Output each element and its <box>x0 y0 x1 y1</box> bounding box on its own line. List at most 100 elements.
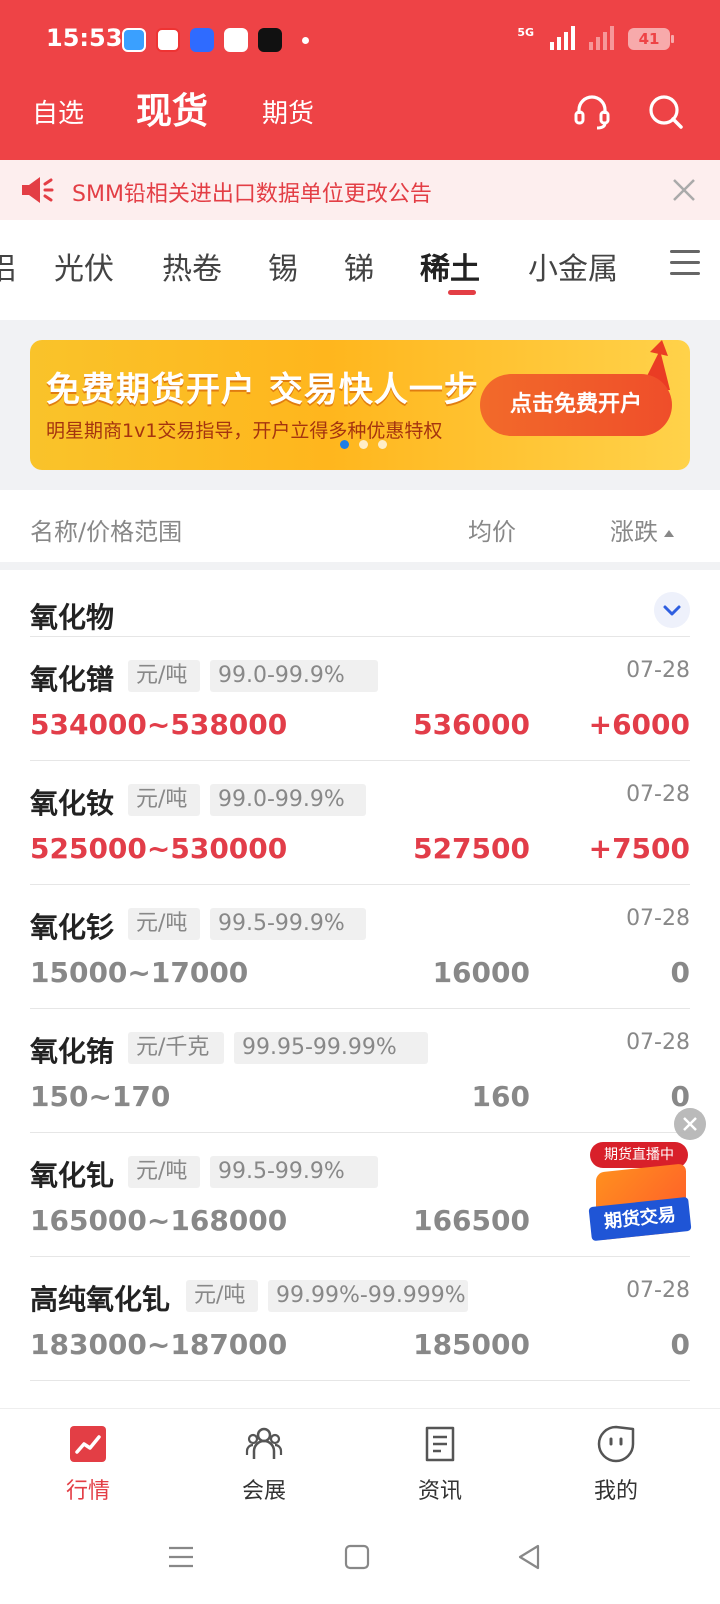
status-time: 15:53 <box>46 24 123 52</box>
network-type: 5G <box>517 26 534 39</box>
divider <box>30 1256 690 1257</box>
header-avg: 均价 <box>468 518 516 546</box>
table-row[interactable]: 氧化钐 元/吨 99.5-99.9% 07-28 15000~17000 16000 0 <box>0 888 720 1012</box>
purity-tag: 99.95-99.99% <box>234 1032 428 1064</box>
unit-tag: 元/吨 <box>186 1280 258 1312</box>
average-price: 185000 <box>413 1328 530 1361</box>
battery-icon: 41 <box>628 28 674 50</box>
news-icon <box>425 1426 455 1462</box>
divider <box>30 1380 690 1381</box>
carousel-dot[interactable] <box>378 440 387 449</box>
category-tab-photovoltaic[interactable]: 光伏 <box>54 244 114 288</box>
market-chart-icon <box>70 1426 106 1462</box>
bottom-nav: 行情 会展 资讯 我的 <box>0 1408 720 1508</box>
unit-tag: 元/吨 <box>128 660 200 692</box>
unit-tag: 元/吨 <box>128 784 200 816</box>
price-range: 183000~187000 <box>30 1328 288 1361</box>
close-icon[interactable] <box>668 174 700 206</box>
divider <box>30 636 690 637</box>
tab-futures[interactable]: 期货 <box>262 93 314 130</box>
price-date: 07-28 <box>626 658 690 683</box>
open-account-button[interactable]: 点击免费开户 <box>480 374 672 436</box>
divider <box>30 1008 690 1009</box>
header-change[interactable]: 涨跌 <box>610 512 674 547</box>
price-range: 534000~538000 <box>30 708 288 741</box>
banner-headline: 免费期货开户 交易快人一步 <box>46 370 479 410</box>
nav-market[interactable]: 行情 <box>28 1409 148 1509</box>
product-name: 高纯氧化钆 <box>30 1283 171 1316</box>
price-range: 165000~168000 <box>30 1204 288 1237</box>
category-tab-antimony[interactable]: 锑 <box>344 244 374 288</box>
purity-tag: 99.0-99.9% <box>210 784 366 816</box>
table-row[interactable]: 氧化钕 元/吨 99.0-99.9% 07-28 525000~530000 527500… <box>0 764 720 888</box>
average-price: 527500 <box>413 832 530 865</box>
unit-tag: 元/吨 <box>128 908 200 940</box>
header-change-label: 涨跌 <box>610 518 658 546</box>
product-name: 氧化钕 <box>30 787 115 820</box>
price-change: 0 <box>670 956 690 989</box>
notification-icons <box>122 28 309 52</box>
menu-icon[interactable] <box>670 250 700 276</box>
notice-bar[interactable]: SMM铅相关进出口数据单位更改公告 <box>0 160 720 220</box>
price-date: 07-28 <box>626 1278 690 1303</box>
top-nav: 自选 现货 期货 <box>0 80 720 160</box>
unit-tag: 元/吨 <box>128 1156 200 1188</box>
headset-icon[interactable] <box>572 92 612 132</box>
tab-watchlist[interactable]: 自选 <box>32 93 84 130</box>
nav-market-label: 行情 <box>65 1479 110 1504</box>
chevron-down-icon[interactable] <box>654 592 690 628</box>
recent-apps-icon[interactable] <box>166 1542 196 1572</box>
product-name: 氧化钐 <box>30 911 115 944</box>
purity-tag: 99.99%-99.999% <box>268 1280 468 1312</box>
average-price: 160 <box>471 1080 530 1113</box>
banner-subline: 明星期商1v1交易指导，开户立得多种优惠特权 <box>46 420 443 442</box>
price-date: 07-28 <box>626 1030 690 1055</box>
category-tabs: 铝 光伏 热卷 锡 锑 稀土 小金属 <box>0 220 720 320</box>
more-notifications-dot <box>302 36 309 44</box>
category-tab-tin[interactable]: 锡 <box>268 244 298 288</box>
group-title: 氧化物 <box>30 601 115 634</box>
nav-news[interactable]: 资讯 <box>380 1409 500 1509</box>
price-change: +6000 <box>588 708 690 741</box>
purity-tag: 99.5-99.9% <box>210 908 366 940</box>
product-name: 氧化镨 <box>30 663 115 696</box>
nav-profile[interactable]: 我的 <box>556 1409 676 1509</box>
active-tab-indicator <box>448 290 476 295</box>
divider <box>30 884 690 885</box>
category-tab-aluminum[interactable]: 铝 <box>0 244 16 288</box>
home-icon[interactable] <box>342 1542 372 1572</box>
table-row[interactable]: 高纯氧化钆 元/吨 99.99%-99.999% 07-28 183000~187000… <box>0 1260 720 1384</box>
back-icon[interactable] <box>514 1542 544 1572</box>
category-tab-hot-rolled[interactable]: 热卷 <box>162 244 222 288</box>
divider <box>30 760 690 761</box>
category-tab-minor-metals[interactable]: 小金属 <box>528 244 618 288</box>
header-name: 名称/价格范围 <box>30 518 183 546</box>
speaker-icon <box>22 177 54 203</box>
average-price: 536000 <box>413 708 530 741</box>
product-name: 氧化钆 <box>30 1159 115 1192</box>
table-row[interactable]: 氧化镨 元/吨 99.0-99.9% 07-28 534000~538000 536000… <box>0 640 720 764</box>
price-change: 0 <box>670 1328 690 1361</box>
nav-profile-label: 我的 <box>593 1479 638 1504</box>
search-icon[interactable] <box>646 92 686 132</box>
ad-close-icon[interactable] <box>674 1108 706 1140</box>
notice-text[interactable]: SMM铅相关进出口数据单位更改公告 <box>72 176 432 208</box>
price-range: 525000~530000 <box>30 832 288 865</box>
tiktok-app-icon <box>258 28 282 52</box>
average-price: 166500 <box>413 1204 530 1237</box>
toutiao-app-icon <box>156 28 180 52</box>
signal-2-icon <box>589 26 614 50</box>
purity-tag: 99.0-99.9% <box>210 660 378 692</box>
tab-spot[interactable]: 现货 <box>136 82 208 134</box>
group-header[interactable]: 氧化物 <box>0 570 720 650</box>
price-date: 07-28 <box>626 782 690 807</box>
category-tab-rare-earth[interactable]: 稀土 <box>420 244 480 288</box>
status-bar: 15:53 5G 41 <box>0 0 720 80</box>
profile-face-icon <box>597 1425 635 1463</box>
nav-exhibition[interactable]: 会展 <box>204 1409 324 1509</box>
carousel-dot[interactable] <box>359 440 368 449</box>
system-nav-bar <box>0 1508 720 1604</box>
promo-banner[interactable]: 免费期货开户 交易快人一步 明星期商1v1交易指导，开户立得多种优惠特权 点击免… <box>30 340 690 470</box>
carousel-dot[interactable] <box>340 440 349 449</box>
price-change: +7500 <box>588 832 690 865</box>
